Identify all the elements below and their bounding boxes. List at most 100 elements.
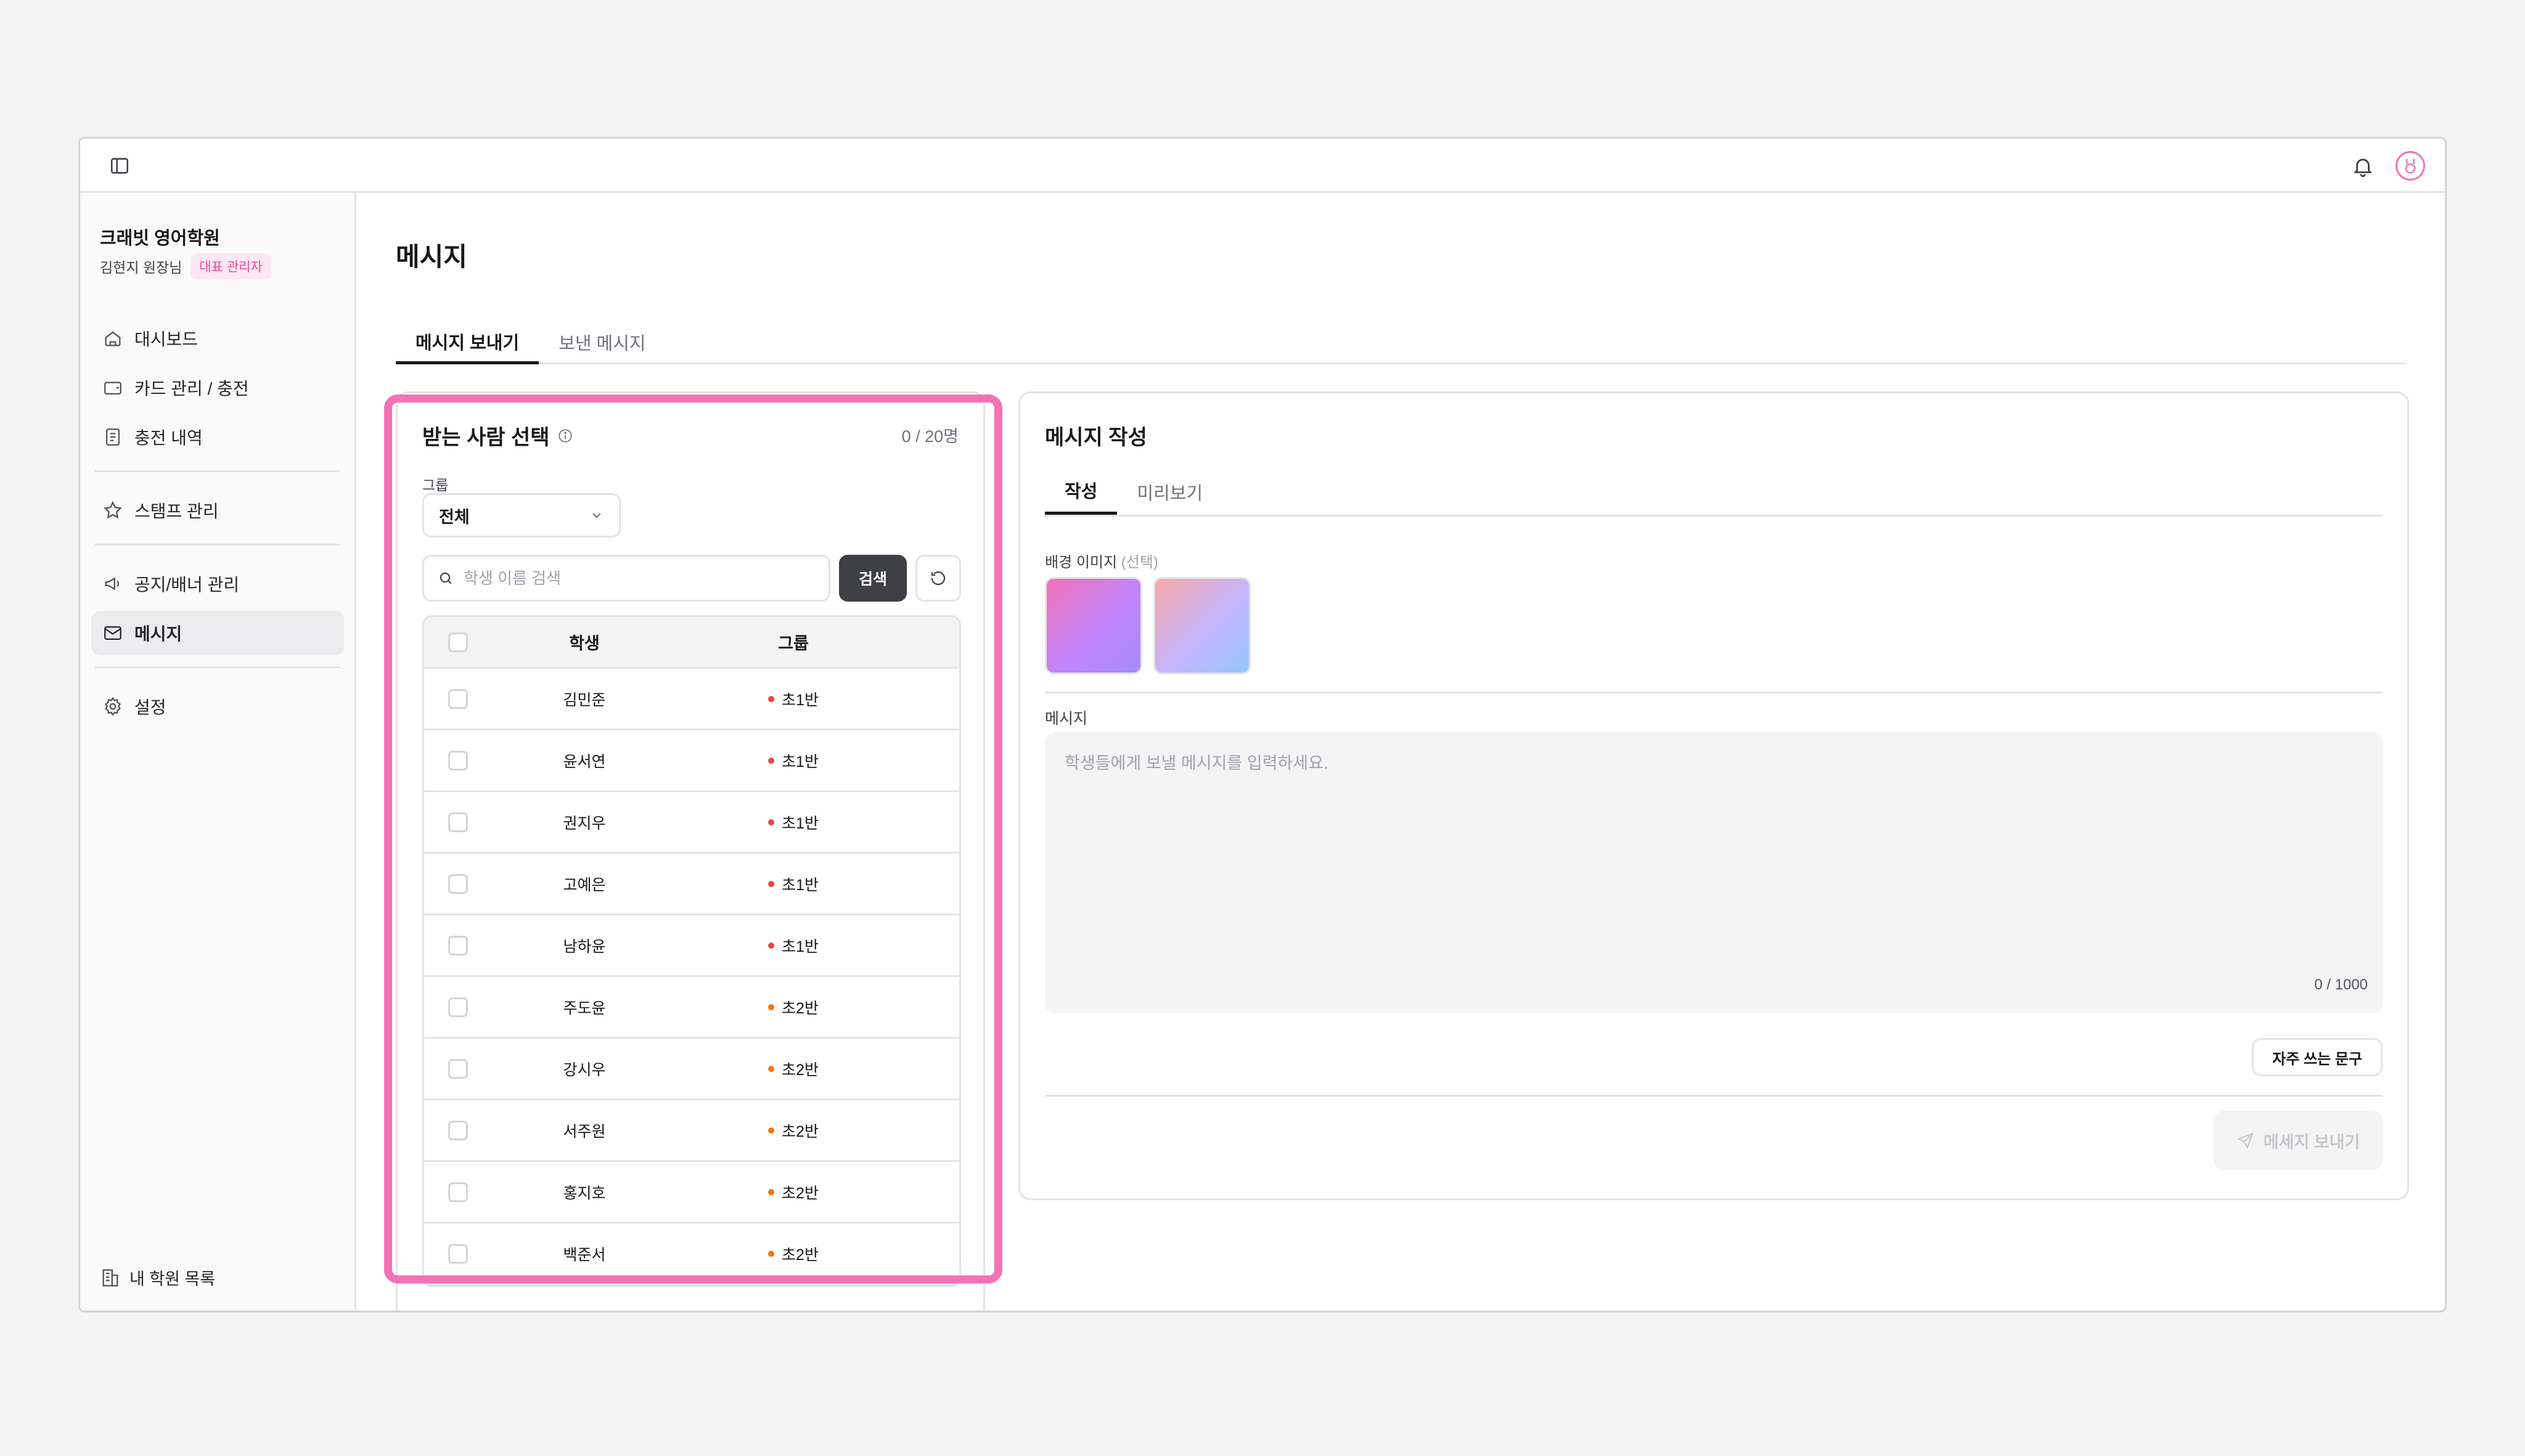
row-check-cell	[424, 873, 492, 894]
megaphone-icon	[105, 577, 120, 591]
group-select-value: 전체	[439, 507, 470, 526]
sidebar-item-label: 메시지	[134, 624, 182, 644]
search-button[interactable]: 검색	[839, 555, 907, 602]
wallet-icon	[104, 382, 121, 395]
building-icon	[102, 1269, 118, 1286]
group-color-dot	[768, 1065, 775, 1072]
app-window: 크래빗 영어학원 김현지 원장님 대표 관리자 대시보드 카드 관리 / 충전 …	[78, 137, 2447, 1312]
sidebar-item-cards[interactable]: 카드 관리 / 충전	[91, 366, 344, 410]
group-filter-label: 그룹	[422, 477, 449, 493]
table-row[interactable]: 강시우 초2반	[424, 1039, 959, 1100]
sidebar-item-settings[interactable]: 설정	[91, 684, 344, 729]
nav-divider	[95, 666, 340, 668]
group-color-dot	[768, 819, 775, 825]
select-all-checkbox[interactable]	[448, 632, 468, 652]
top-bar	[80, 139, 2445, 193]
sidebar-item-label: 카드 관리 / 충전	[134, 379, 249, 398]
sidebar: 크래빗 영어학원 김현지 원장님 대표 관리자 대시보드 카드 관리 / 충전 …	[80, 193, 356, 1311]
header-group-label: 그룹	[778, 634, 809, 653]
row-check-cell	[424, 997, 492, 1017]
table-row[interactable]: 홍지호 초2반	[424, 1162, 959, 1224]
row-checkbox[interactable]	[448, 1120, 468, 1140]
sidebar-item-label: 스탬프 관리	[134, 502, 219, 521]
students-table: 학생 그룹 김민준 초1반 윤서연 초1반 권지우 초1반 고예은 초1반 남하윤 초1반 주도윤 초…	[422, 615, 961, 1287]
search-input[interactable]	[464, 568, 815, 588]
row-checkbox[interactable]	[448, 997, 468, 1017]
row-check-cell	[424, 1058, 492, 1079]
background-option-2[interactable]	[1153, 577, 1251, 674]
group-select[interactable]: 전체	[422, 493, 621, 538]
table-row[interactable]: 남하윤 초1반	[424, 915, 959, 977]
info-icon[interactable]	[557, 428, 573, 444]
header-student: 학생	[569, 634, 600, 653]
frequent-phrases-button[interactable]: 자주 쓰는 문구	[2252, 1038, 2383, 1076]
recipients-panel: 받는 사람 선택 0 / 20명 그룹 전체 검색	[396, 391, 985, 1311]
background-option-1[interactable]	[1045, 577, 1142, 674]
student-group-label: 초1반	[782, 814, 819, 832]
home-icon	[105, 331, 121, 346]
send-message-button[interactable]: 메세지 보내기	[2214, 1111, 2383, 1170]
tab-sent-messages[interactable]: 보낸 메시지	[539, 321, 665, 362]
sidebar-toggle-icon[interactable]	[108, 155, 131, 177]
group-color-dot	[768, 1250, 775, 1257]
tab-compose[interactable]: 작성	[1045, 468, 1118, 515]
sidebar-item-messages[interactable]: 메시지	[91, 611, 344, 655]
student-group: 초2반	[677, 1243, 959, 1265]
table-row[interactable]: 권지우 초1반	[424, 792, 959, 854]
student-group: 초1반	[677, 873, 959, 895]
row-checkbox[interactable]	[448, 750, 468, 771]
row-checkbox[interactable]	[448, 935, 468, 955]
bell-icon[interactable]	[2350, 153, 2376, 179]
nav-divider	[95, 470, 340, 472]
tab-send-message[interactable]: 메시지 보내기	[396, 321, 539, 364]
refresh-icon	[931, 571, 946, 586]
student-group: 초1반	[677, 688, 959, 710]
star-icon	[104, 501, 122, 519]
row-check-cell	[424, 1120, 492, 1140]
sidebar-item-stamps[interactable]: 스탬프 관리	[91, 488, 344, 533]
student-name: 강시우	[563, 1061, 606, 1079]
bg-label-text: 배경 이미지	[1045, 554, 1118, 571]
table-row[interactable]: 고예은 초1반	[424, 854, 959, 915]
row-checkbox[interactable]	[448, 1243, 468, 1264]
nav-divider	[95, 544, 340, 546]
row-check-cell	[424, 750, 492, 771]
mail-icon	[104, 626, 121, 640]
student-group-label: 초1반	[782, 876, 819, 894]
page-tabs: 메시지 보내기 보낸 메시지	[396, 321, 2405, 364]
avatar[interactable]	[2396, 151, 2425, 181]
tab-preview[interactable]: 미리보기	[1117, 468, 1222, 515]
row-checkbox[interactable]	[448, 812, 468, 832]
header-group: 그룹	[677, 630, 959, 654]
student-group: 초2반	[677, 1181, 959, 1203]
sidebar-item-label: 충전 내역	[134, 428, 203, 448]
compose-panel: 메시지 작성 작성 미리보기 배경 이미지 (선택) 메시지 학생들에게 보낼 …	[1018, 391, 2409, 1200]
table-row[interactable]: 백준서 초2반	[424, 1224, 959, 1285]
row-checkbox[interactable]	[448, 1182, 468, 1202]
group-color-dot	[768, 880, 775, 887]
student-name: 주도윤	[563, 999, 606, 1017]
row-checkbox[interactable]	[448, 873, 468, 894]
table-row[interactable]: 주도윤 초2반	[424, 977, 959, 1039]
group-color-dot	[768, 1188, 775, 1195]
refresh-button[interactable]	[915, 555, 961, 602]
main-content: 메시지 메시지 보내기 보낸 메시지 받는 사람 선택 0 / 20명 그룹 전…	[356, 193, 2445, 1311]
student-group: 초2반	[677, 996, 959, 1018]
compose-tabs: 작성 미리보기	[1045, 468, 2383, 517]
group-color-dot	[768, 695, 775, 702]
student-name: 김민준	[563, 691, 606, 709]
row-check-cell	[424, 935, 492, 955]
row-checkbox[interactable]	[448, 689, 468, 709]
table-row[interactable]: 서주원 초2반	[424, 1100, 959, 1162]
student-name: 남하윤	[563, 938, 606, 955]
table-row[interactable]: 김민준 초1반	[424, 669, 959, 730]
sidebar-item-history[interactable]: 충전 내역	[91, 415, 344, 459]
message-textarea[interactable]: 학생들에게 보낼 메시지를 입력하세요.	[1045, 732, 2383, 1013]
sidebar-item-dashboard[interactable]: 대시보드	[91, 316, 344, 361]
sidebar-item-label: 대시보드	[134, 330, 198, 349]
row-checkbox[interactable]	[448, 1058, 468, 1079]
sidebar-item-notices[interactable]: 공지/배너 관리	[91, 562, 344, 606]
table-row[interactable]: 윤서연 초1반	[424, 730, 959, 792]
student-name: 윤서연	[563, 753, 606, 771]
sidebar-item-my-academies[interactable]: 내 학원 목록	[100, 1266, 215, 1290]
